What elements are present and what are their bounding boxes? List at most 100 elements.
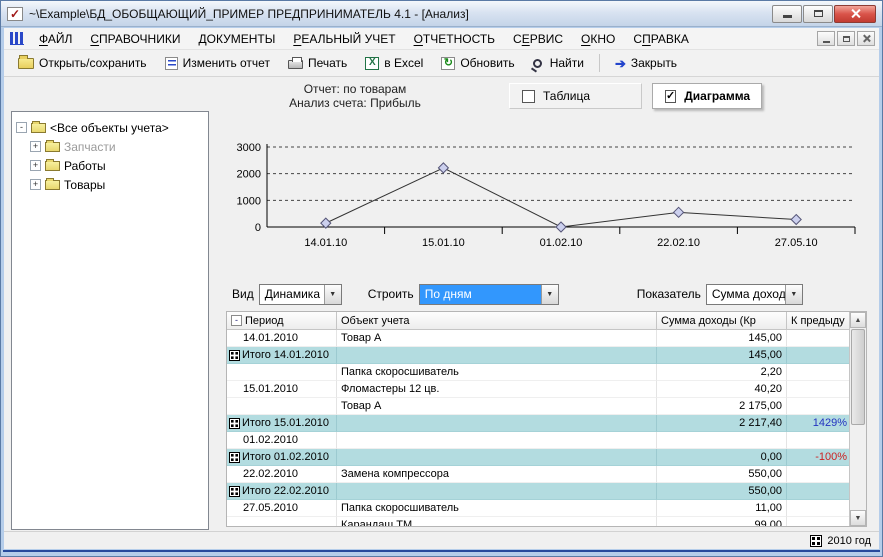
table-row[interactable]: Итого 01.02.2010 0,00 -100% [227,449,866,466]
table-row[interactable]: 14.01.2010 Товар А 145,00 [227,330,866,347]
close-icon [862,34,871,43]
indicator-value: Сумма доход [707,285,785,304]
menu-item-directories[interactable]: СПРАВОЧНИКИ [81,30,189,48]
diagram-toggle[interactable]: Диаграмма [652,83,762,109]
amount-cell: 550,00 [657,483,787,500]
period-cell: 15.01.2010 [227,381,337,398]
menu-bar: ФАЙЛ СПРАВОЧНИКИ ДОКУМЕНТЫ РЕАЛЬНЫЙ УЧЕТ… [4,28,879,50]
period-cell: Итого 15.01.2010 [227,415,337,432]
menu-item-reporting[interactable]: ОТЧЕТНОСТЬ [405,30,504,48]
amount-cell: 2 217,40 [657,415,787,432]
column-object[interactable]: Объект учета [337,312,657,329]
column-amount[interactable]: Сумма доходы (Кр [657,312,787,329]
table-row[interactable]: 15.01.2010 Фломастеры 12 цв. 40,20 [227,381,866,398]
restore-icon [843,36,850,42]
minimize-button[interactable] [772,5,802,23]
scroll-down-button[interactable]: ▼ [850,510,866,526]
object-cell [337,432,657,449]
menu-item-help[interactable]: СПРАВКА [624,30,698,48]
tree-item-goods[interactable]: + Товары [16,175,204,194]
objects-tree: - <Все объекты учета> + Запчасти + Работ… [11,111,209,530]
expand-icon[interactable]: + [30,141,41,152]
percent-cell [787,466,851,483]
object-cell: Товар А [337,398,657,415]
tree-item-label: Запчасти [64,140,116,154]
chevron-down-icon[interactable]: ▼ [785,285,802,304]
menu-item-file[interactable]: ФАЙЛ [30,30,81,48]
build-combobox[interactable]: По дням ▼ [419,284,559,305]
period-cell: 14.01.2010 [227,330,337,347]
table-row[interactable]: 22.02.2010 Замена компрессора 550,00 [227,466,866,483]
table-row[interactable]: Карандаш ТМ 99,00 [227,517,866,527]
title-bar[interactable]: ~\Example\БД_ОБОБЩАЮЩИЙ_ПРИМЕР ПРЕДПРИНИ… [1,1,882,27]
analysis-chart: 010002000300014.01.1015.01.1001.02.1022.… [229,137,869,255]
report-subtitle: Анализ счета: Прибыль [231,96,479,110]
table-row[interactable]: 01.02.2010 [227,432,866,449]
column-period[interactable]: - Период [227,312,337,329]
tree-item-works[interactable]: + Работы [16,156,204,175]
object-cell [337,449,657,466]
folder-icon [45,180,60,190]
expand-icon[interactable]: + [30,160,41,171]
amount-cell: 0,00 [657,449,787,466]
chevron-down-icon[interactable]: ▼ [324,285,341,304]
open-save-button[interactable]: Открыть/сохранить [10,53,155,73]
print-button[interactable]: Печать [280,53,355,73]
expand-icon[interactable]: + [30,179,41,190]
table-row[interactable]: Папка скоросшиватель 2,20 [227,364,866,381]
table-row[interactable]: Итого 14.01.2010 145,00 [227,347,866,364]
find-button[interactable]: Найти [525,53,592,73]
app-window: ~\Example\БД_ОБОБЩАЮЩИЙ_ПРИМЕР ПРЕДПРИНИ… [0,0,883,557]
maximize-button[interactable] [803,5,833,23]
scroll-up-button[interactable]: ▲ [850,312,866,328]
table-checkbox[interactable] [522,90,535,103]
report-title: Отчет: по товарам [231,82,479,96]
toolbar: Открыть/сохранить Изменить отчет Печать … [4,50,879,77]
tree-root[interactable]: - <Все объекты учета> [16,118,204,137]
period-cell: Итого 01.02.2010 [227,449,337,466]
percent-cell: 1429% [787,415,851,432]
chevron-down-icon[interactable]: ▼ [541,285,558,304]
edit-report-button[interactable]: Изменить отчет [157,53,278,73]
table-row[interactable]: Итого 22.02.2010 550,00 [227,483,866,500]
search-icon [533,59,542,68]
indicator-label: Показатель [637,287,701,301]
svg-text:2000: 2000 [237,169,261,181]
vertical-scrollbar[interactable]: ▲ ▼ [849,312,866,526]
menu-item-window[interactable]: ОКНО [572,30,624,48]
table-row[interactable]: 27.05.2010 Папка скоросшиватель 11,00 [227,500,866,517]
diagram-checkbox[interactable] [665,90,676,103]
period-cell [227,517,337,527]
refresh-button[interactable]: ↻Обновить [433,53,522,73]
table-row[interactable]: Итого 15.01.2010 2 217,40 1429% [227,415,866,432]
folder-icon [45,161,60,171]
menu-item-service[interactable]: СЕРВИС [504,30,572,48]
percent-cell [787,432,851,449]
close-button[interactable] [834,5,876,23]
close-icon [850,8,861,19]
close-report-button[interactable]: ➔Закрыть [607,53,685,73]
diagram-toggle-label: Диаграмма [684,89,750,103]
scrollbar-thumb[interactable] [851,329,865,425]
indicator-combobox[interactable]: Сумма доход ▼ [706,284,803,305]
collapse-all-button[interactable]: - [231,315,242,326]
amount-cell: 99,00 [657,517,787,527]
mdi-close-button[interactable] [857,31,875,46]
subtotal-icon [229,418,240,429]
svg-text:15.01.10: 15.01.10 [422,237,465,249]
menu-item-documents[interactable]: ДОКУМЕНТЫ [189,30,284,48]
to-excel-button[interactable]: Xв Excel [357,53,431,73]
column-percent[interactable]: К предыду [787,312,851,329]
table-toggle-label: Таблица [543,89,590,103]
mdi-restore-button[interactable] [837,31,855,46]
view-combobox[interactable]: Динамика ▼ [259,284,342,305]
collapse-icon[interactable]: - [16,122,27,133]
percent-cell [787,398,851,415]
table-toggle[interactable]: Таблица [509,83,642,109]
tree-item-spares[interactable]: + Запчасти [16,137,204,156]
object-cell: Фломастеры 12 цв. [337,381,657,398]
tree-item-label: Работы [64,159,106,173]
menu-item-real-accounting[interactable]: РЕАЛЬНЫЙ УЧЕТ [284,30,404,48]
mdi-minimize-button[interactable] [817,31,835,46]
table-row[interactable]: Товар А 2 175,00 [227,398,866,415]
